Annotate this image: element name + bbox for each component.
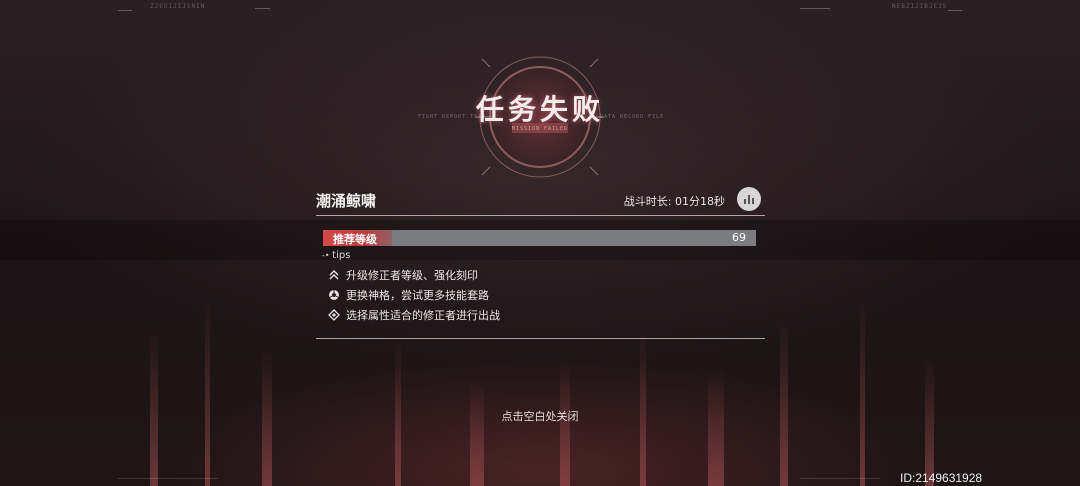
player-id: ID:2149631928 xyxy=(900,471,983,485)
tips-label-text: tips xyxy=(332,250,351,261)
tip-text: 升级修正者等级、强化刻印 xyxy=(346,269,478,282)
header-divider xyxy=(316,215,765,216)
tip-item: 更换神格，尝试更多技能套路 xyxy=(328,288,489,302)
tips-label: -• tips xyxy=(322,250,350,261)
top-right-line xyxy=(800,8,830,9)
bottom-right-line xyxy=(800,478,880,479)
stage-header: 潮涌鲸啸 战斗时长: 01分18秒 xyxy=(316,186,765,214)
mission-failed-title: 任务失败 xyxy=(475,93,604,126)
battle-duration: 战斗时长: 01分18秒 xyxy=(623,195,725,208)
recommended-level-label: 推荐等级 xyxy=(333,233,377,246)
tips-marker-icon: -• xyxy=(322,251,333,260)
element-icon xyxy=(328,309,340,321)
recommended-level-bar: 推荐等级 69 xyxy=(323,230,756,246)
bar-chart-icon-mid xyxy=(748,195,750,204)
tip-text: 更换神格，尝试更多技能套路 xyxy=(346,289,489,302)
divinity-icon xyxy=(329,290,339,300)
top-left-line xyxy=(118,10,132,11)
close-hint[interactable]: 点击空白处关闭 xyxy=(440,408,640,424)
bar-chart-icon-end xyxy=(752,198,754,204)
result-screen[interactable]: ZJEOIJIJ1NIN NEBZIJIBJEJS FIGHT REPORT T… xyxy=(0,0,1080,486)
top-left-line-long xyxy=(255,8,270,9)
top-right-line-short xyxy=(948,10,962,11)
tip-item: 升级修正者等级、强化刻印 xyxy=(328,268,478,282)
statistics-button[interactable] xyxy=(737,187,761,211)
bottom-left-line xyxy=(118,478,218,479)
upgrade-icon xyxy=(329,270,339,280)
tip-item: 选择属性适合的修正者进行出战 xyxy=(328,308,500,322)
panel-bottom-divider xyxy=(316,338,765,339)
mission-failed-subtitle: MISSION FAILED xyxy=(511,126,569,132)
top-right-code: NEBZIJIBJEJS xyxy=(892,3,948,10)
bar-chart-icon xyxy=(744,199,746,204)
recommended-level-value: 69 xyxy=(732,231,746,244)
top-left-code: ZJEOIJIJ1NIN xyxy=(150,3,206,10)
stage-name: 潮涌鲸啸 xyxy=(316,192,377,210)
tip-text: 选择属性适合的修正者进行出战 xyxy=(346,309,500,322)
